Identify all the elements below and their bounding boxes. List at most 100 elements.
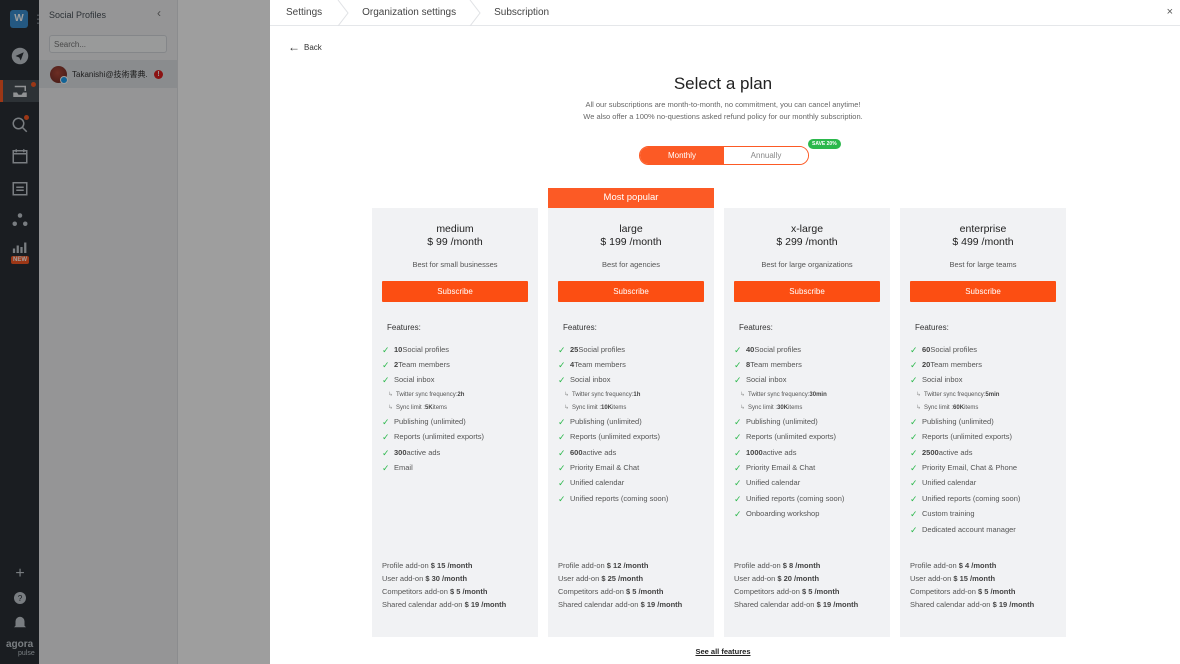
plan-card-large: large $ 199 /month Best for agencies Subscr… — [548, 208, 714, 637]
feature-subitem: ↳ Twitter sync frequency: 2h — [382, 388, 534, 401]
features-label: Features: — [563, 323, 597, 332]
feature-item: ✓ 40 Social profiles — [734, 344, 802, 355]
check-icon: ✓ — [910, 432, 918, 443]
check-icon: ✓ — [382, 432, 390, 443]
feature-item: ✓ 2 Team members — [382, 360, 450, 371]
feature-item: ✓ Publishing (unlimited) — [734, 416, 818, 427]
check-icon: ✓ — [734, 493, 742, 504]
feature-item: ✓ Publishing (unlimited) — [910, 416, 994, 427]
addon-item: Competitors add-on $ 5 /month — [734, 587, 840, 596]
plan-name: x-large — [790, 223, 824, 235]
feature-item: ✓ Reports (unlimited exports) — [382, 432, 485, 443]
check-icon: ✓ — [558, 493, 566, 504]
feature-list: ✓ 40 Social profiles ✓ 8 Team members ✓ Socia… — [734, 342, 886, 522]
feature-item: ✓ 10 Social profiles — [382, 344, 450, 355]
addon-list: Profile add-on $ 8 /month User add-on $ 2… — [734, 559, 890, 611]
check-icon: ✓ — [382, 463, 390, 474]
addon-item: Profile add-on $ 12 /month — [558, 561, 649, 570]
subscribe-button[interactable]: Subscribe — [558, 281, 704, 302]
return-arrow-icon: ↳ — [740, 391, 746, 398]
plan-card-enterprise: enterprise $ 499 /month Best for large tea… — [900, 208, 1066, 637]
feature-item: ✓ Email — [382, 463, 413, 474]
feature-item: ✓ Social inbox — [910, 375, 963, 386]
arrow-left-icon: ← — [288, 40, 300, 54]
check-icon: ✓ — [910, 478, 918, 489]
plan-price: $ 99 /month — [427, 236, 483, 248]
feature-item: ✓ Dedicated account manager — [910, 524, 1016, 535]
addon-item: Profile add-on $ 15 /month — [382, 561, 473, 570]
feature-subitem: ↳ Sync limit : 60K items — [910, 401, 1062, 414]
feature-subitem: ↳ Sync limit : 10K items — [558, 401, 710, 414]
plan-price: $ 199 /month — [600, 236, 662, 248]
feature-item: ✓ Publishing (unlimited) — [558, 416, 642, 427]
feature-item: ✓ 60 Social profiles — [910, 344, 978, 355]
addon-list: Profile add-on $ 4 /month User add-on $ 1… — [910, 559, 1066, 611]
page-title: Select a plan — [673, 74, 773, 93]
feature-item: ✓ Reports (unlimited exports) — [734, 432, 837, 443]
feature-item: ✓ Social inbox — [734, 375, 787, 386]
feature-item: ✓ Reports (unlimited exports) — [558, 432, 661, 443]
check-icon: ✓ — [910, 344, 918, 355]
breadcrumb: Settings Organization settings Subscript… — [270, 0, 1180, 26]
subscribe-button[interactable]: Subscribe — [910, 281, 1056, 302]
check-icon: ✓ — [734, 432, 742, 443]
feature-item: ✓ 300 active ads — [382, 447, 441, 458]
addon-item: Profile add-on $ 8 /month — [734, 561, 821, 570]
feature-item: ✓ 2500 active ads — [910, 447, 973, 458]
check-icon: ✓ — [734, 416, 742, 427]
subscribe-button[interactable]: Subscribe — [382, 281, 528, 302]
check-icon: ✓ — [734, 344, 742, 355]
feature-item: ✓ Unified reports (coming soon) — [910, 493, 1021, 504]
save-badge: SAVE 20% — [808, 139, 841, 149]
back-button[interactable]: ← Back — [288, 40, 322, 54]
check-icon: ✓ — [558, 447, 566, 458]
feature-item: ✓ 20 Team members — [910, 360, 983, 371]
close-icon[interactable]: × — [1167, 6, 1173, 18]
check-icon: ✓ — [910, 447, 918, 458]
check-icon: ✓ — [382, 344, 390, 355]
check-icon: ✓ — [558, 360, 566, 371]
check-icon: ✓ — [910, 509, 918, 520]
feature-item: ✓ Unified calendar — [910, 478, 977, 489]
feature-list: ✓ 60 Social profiles ✓ 20 Team members ✓ Soci… — [910, 342, 1062, 537]
addon-item: Profile add-on $ 4 /month — [910, 561, 997, 570]
breadcrumb-settings[interactable]: Settings — [270, 0, 336, 25]
feature-item: ✓ Reports (unlimited exports) — [910, 432, 1013, 443]
billing-toggle: Monthly Annually — [639, 146, 809, 165]
check-icon: ✓ — [734, 375, 742, 386]
plan-name: enterprise — [959, 223, 1007, 235]
plan-description: Best for large organizations — [761, 260, 853, 269]
check-icon: ✓ — [382, 375, 390, 386]
addon-item: Shared calendar add-on $ 19 /month — [558, 600, 683, 609]
breadcrumb-subscription[interactable]: Subscription — [488, 0, 549, 25]
return-arrow-icon: ↳ — [564, 404, 570, 411]
breadcrumb-organization-settings[interactable]: Organization settings — [356, 0, 468, 25]
addon-item: Shared calendar add-on $ 19 /month — [734, 600, 859, 609]
check-icon: ✓ — [558, 463, 566, 474]
annually-option[interactable]: Annually — [724, 147, 808, 164]
features-label: Features: — [915, 323, 949, 332]
plan-card-x-large: x-large $ 299 /month Best for large organi… — [724, 208, 890, 637]
modal-backdrop[interactable] — [0, 0, 270, 664]
see-all-features-link[interactable]: See all features — [270, 647, 1176, 656]
feature-item: ✓ 600 active ads — [558, 447, 617, 458]
chevron-separator-icon — [468, 0, 488, 26]
subscribe-button[interactable]: Subscribe — [734, 281, 880, 302]
check-icon: ✓ — [558, 432, 566, 443]
addon-item: Competitors add-on $ 5 /month — [910, 587, 1016, 596]
plan-price: $ 499 /month — [952, 236, 1014, 248]
monthly-option[interactable]: Monthly — [640, 147, 724, 164]
feature-item: ✓ Unified calendar — [734, 478, 801, 489]
addon-list: Profile add-on $ 15 /month User add-on $ … — [382, 559, 538, 611]
check-icon: ✓ — [910, 360, 918, 371]
addon-item: Competitors add-on $ 5 /month — [558, 587, 664, 596]
subtitle-line-1: All our subscriptions are month-to-month… — [585, 100, 861, 109]
check-icon: ✓ — [734, 447, 742, 458]
feature-subitem: ↳ Twitter sync frequency: 1h — [558, 388, 710, 401]
return-arrow-icon: ↳ — [916, 391, 922, 398]
return-arrow-icon: ↳ — [740, 404, 746, 411]
check-icon: ✓ — [734, 509, 742, 520]
return-arrow-icon: ↳ — [916, 404, 922, 411]
features-label: Features: — [739, 323, 773, 332]
features-label: Features: — [387, 323, 421, 332]
